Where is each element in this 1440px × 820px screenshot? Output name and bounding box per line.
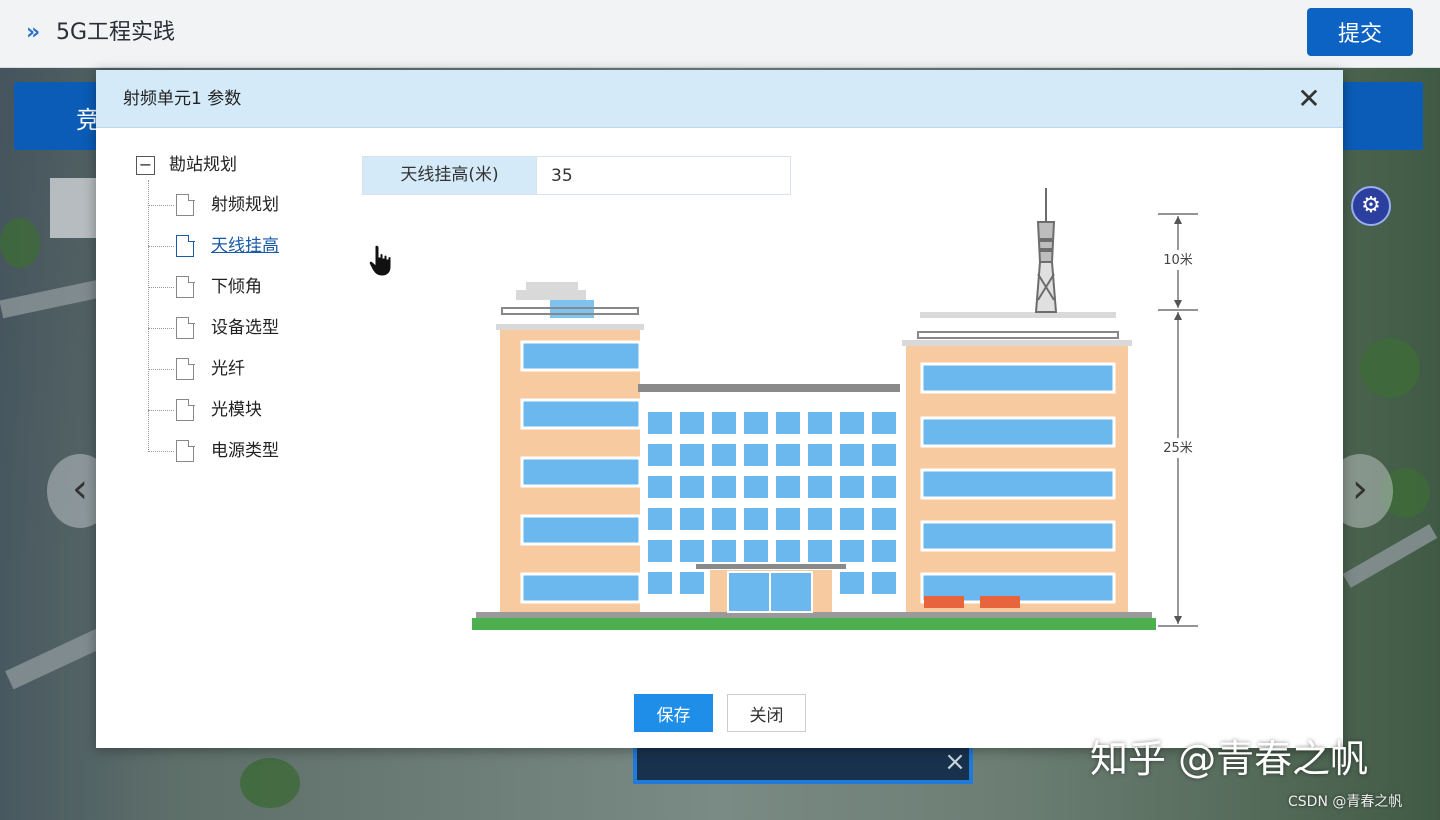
tree-connector: [148, 410, 174, 411]
tree-connector: [148, 328, 174, 329]
collapse-icon[interactable]: −: [136, 156, 155, 175]
app-topbar: » 5G工程实践 提交: [0, 0, 1440, 68]
background-tree: [240, 758, 300, 808]
document-icon: [176, 357, 195, 380]
document-icon: [176, 193, 195, 216]
tree-connector: [148, 287, 174, 288]
tree-item-label: 设备选型: [211, 318, 279, 338]
zhihu-watermark: 知乎 @青春之帆: [1090, 737, 1369, 781]
tree-item-label: 电源类型: [211, 441, 279, 461]
csdn-watermark: CSDN @青春之帆: [1288, 794, 1403, 810]
document-icon: [176, 316, 195, 339]
tree-item-equipment-selection[interactable]: 设备选型: [148, 313, 328, 343]
dialog-header: 射频单元1 参数 ✕: [96, 70, 1343, 128]
tree-item-label: 射频规划: [211, 195, 279, 215]
background-building: [50, 178, 96, 238]
close-icon[interactable]: ✕: [1294, 84, 1324, 114]
tree-item-antenna-height[interactable]: 天线挂高: [148, 231, 328, 261]
close-x-icon: ⨯: [944, 747, 966, 777]
background-tree: [0, 218, 40, 268]
double-chevron-right-icon: »: [26, 20, 41, 45]
tree-item-optical-module[interactable]: 光模块: [148, 395, 328, 425]
tree-item-label: 下倾角: [211, 277, 262, 297]
tree-item-rf-planning[interactable]: 射频规划: [148, 190, 328, 220]
background-panel: ⨯: [633, 748, 973, 784]
tree-item-fiber[interactable]: 光纤: [148, 354, 328, 384]
tree-connector: [148, 451, 174, 452]
document-icon: [176, 234, 195, 257]
document-icon: [176, 439, 195, 462]
tree-item-label: 天线挂高: [211, 236, 279, 256]
tree-connector: [148, 246, 174, 247]
document-icon: [176, 275, 195, 298]
tree-item-label: 光模块: [211, 400, 262, 420]
tree-item-label: 光纤: [211, 359, 245, 379]
tree-connector: [148, 369, 174, 370]
tree-item-downtilt[interactable]: 下倾角: [148, 272, 328, 302]
dimension-label-top: 10米: [1163, 253, 1193, 268]
save-button[interactable]: 保存: [634, 694, 713, 732]
building-antenna-illustration: 10米 25米: [472, 188, 1198, 630]
app-title: 5G工程实践: [56, 20, 176, 45]
dialog-title: 射频单元1 参数: [123, 89, 242, 109]
close-button[interactable]: 关闭: [727, 694, 806, 732]
dimension-label-bottom: 25米: [1163, 441, 1193, 456]
parameter-tree: − 勘站规划 射频规划 天线挂高 下倾角 设备选型 光纤 光模块 电源类型: [136, 150, 316, 470]
tree-connector: [148, 205, 174, 206]
document-icon: [176, 398, 195, 421]
settings-gear-icon[interactable]: ⚙: [1351, 186, 1391, 226]
tree-item-power-type[interactable]: 电源类型: [148, 436, 328, 466]
background-tree: [1360, 338, 1420, 398]
background-road: [1342, 524, 1438, 588]
tree-root-label: 勘站规划: [169, 155, 237, 175]
pointer-hand-icon: [368, 244, 392, 277]
parameter-dialog: 射频单元1 参数 ✕ − 勘站规划 射频规划 天线挂高 下倾角 设备选型 光纤 …: [96, 70, 1343, 748]
submit-button[interactable]: 提交: [1307, 8, 1413, 56]
